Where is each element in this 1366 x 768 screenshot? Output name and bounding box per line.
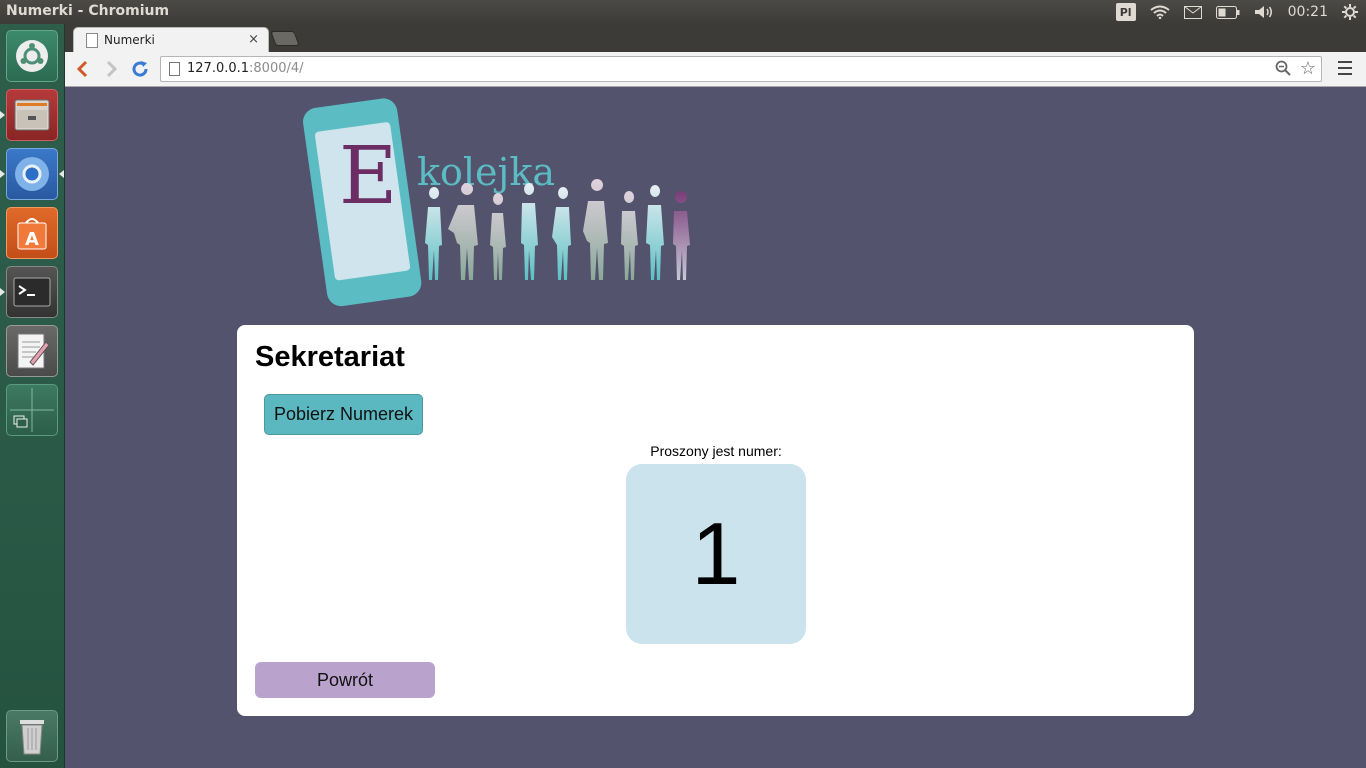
mail-icon[interactable] <box>1183 5 1202 19</box>
page-title: Sekretariat <box>255 341 405 373</box>
power-gear-icon[interactable] <box>1342 4 1358 20</box>
tab-close-icon[interactable]: × <box>248 32 259 47</box>
chromium-running-indicator <box>0 170 5 178</box>
terminal-running-indicator <box>0 288 5 296</box>
volume-icon[interactable] <box>1254 5 1274 19</box>
reload-icon[interactable] <box>129 58 151 80</box>
chromium-focused-indicator <box>59 170 64 178</box>
browser-toolbar: 127.0.0.1:8000/4/ ☆ <box>65 52 1366 87</box>
queue-people-icon <box>425 179 690 280</box>
workspace-switcher-icon[interactable] <box>6 384 58 436</box>
software-center-icon[interactable]: A <box>6 207 58 259</box>
files-icon[interactable] <box>6 89 58 141</box>
system-tray: Pl 00:21 <box>1115 0 1366 24</box>
browser-menu-icon[interactable] <box>1338 61 1352 77</box>
url-path: :8000/4/ <box>249 61 304 76</box>
browser-window: Numerki × 127.0.0.1:8000/4/ ☆ E kolejka … <box>65 24 1366 768</box>
current-number-display: 1 <box>626 464 806 644</box>
window-title: Numerki - Chromium <box>6 3 170 19</box>
tab-strip: Numerki × <box>65 24 1366 53</box>
files-running-indicator <box>0 111 5 119</box>
wifi-icon[interactable] <box>1150 5 1170 19</box>
url-host: 127.0.0.1 <box>187 61 250 76</box>
text-editor-icon[interactable] <box>6 325 58 377</box>
chromium-icon[interactable] <box>6 148 58 200</box>
page-info-icon[interactable] <box>169 62 180 76</box>
tab-numerki[interactable]: Numerki × <box>73 27 269 53</box>
launcher: A <box>0 24 65 768</box>
page-viewport: E kolejka Sekretariat Pobierz Numerek Pr… <box>65 87 1366 768</box>
svg-text:A: A <box>25 229 39 250</box>
tab-label: Numerki <box>104 33 155 47</box>
queue-card: Sekretariat Pobierz Numerek Proszony jes… <box>237 325 1194 716</box>
clock[interactable]: 00:21 <box>1288 4 1328 20</box>
logo-letter: E <box>339 129 397 222</box>
get-number-button[interactable]: Pobierz Numerek <box>264 394 423 435</box>
back-arrow-icon[interactable] <box>71 58 93 80</box>
called-number-label: Proszony jest numer: <box>650 443 782 459</box>
bookmark-star-icon[interactable]: ☆ <box>1300 58 1316 79</box>
trash-icon[interactable] <box>6 710 58 762</box>
keyboard-layout-indicator[interactable]: Pl <box>1115 3 1136 21</box>
dash-home-icon[interactable] <box>6 30 58 82</box>
back-button[interactable]: Powrót <box>255 662 435 698</box>
forward-arrow-icon[interactable] <box>101 58 123 80</box>
logo-word: kolejka <box>417 150 555 194</box>
terminal-icon[interactable] <box>6 266 58 318</box>
url-text: 127.0.0.1:8000/4/ <box>187 61 304 76</box>
system-top-bar: Numerki - Chromium Pl 00:21 <box>0 0 1366 24</box>
battery-icon[interactable] <box>1215 5 1240 19</box>
page-favicon-icon <box>86 33 98 48</box>
ekolejka-logo: E kolejka <box>303 98 690 307</box>
address-bar[interactable]: 127.0.0.1:8000/4/ ☆ <box>160 56 1322 82</box>
search-zoom-icon[interactable] <box>1275 60 1291 80</box>
new-tab-button[interactable] <box>270 31 300 46</box>
